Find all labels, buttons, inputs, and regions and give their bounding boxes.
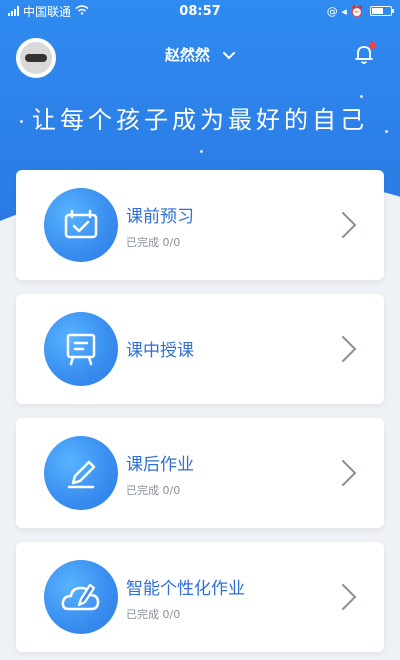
card-lesson[interactable]: 课中授课 xyxy=(16,294,384,404)
status-indicators: @ ◂ ⏰ xyxy=(326,4,364,18)
wifi-icon xyxy=(75,4,89,18)
card-title: 课后作业 xyxy=(126,455,194,475)
user-name: 赵然然 xyxy=(164,46,210,64)
card-smart-homework[interactable]: 智能个性化作业 已完成 0/0 xyxy=(16,542,384,652)
card-subtitle: 已完成 0/0 xyxy=(126,608,181,621)
card-subtitle: 已完成 0/0 xyxy=(126,484,181,497)
battery-icon xyxy=(370,6,394,16)
card-title: 课中授课 xyxy=(126,341,194,361)
chevron-down-icon xyxy=(223,48,236,64)
chevron-right-icon xyxy=(342,336,357,362)
status-time: 08:57 xyxy=(179,3,221,19)
card-homework[interactable]: 课后作业 已完成 0/0 xyxy=(16,418,384,528)
checklist-icon xyxy=(44,188,118,262)
slogan-text: 让每个孩子成为最好的自己 xyxy=(32,106,368,134)
carrier-label: 中国联通 xyxy=(23,4,72,19)
notification-dot xyxy=(369,42,376,49)
star-decoration xyxy=(360,95,363,98)
cloud-pencil-icon xyxy=(44,560,118,634)
pencil-icon xyxy=(44,436,118,510)
card-subtitle: 已完成 0/0 xyxy=(126,236,181,249)
signal-icon xyxy=(8,6,19,16)
chevron-right-icon xyxy=(342,212,357,238)
chevron-right-icon xyxy=(342,460,357,486)
card-title: 智能个性化作业 xyxy=(126,579,245,599)
chevron-right-icon xyxy=(342,584,357,610)
blackboard-icon xyxy=(44,312,118,386)
card-title: 课前预习 xyxy=(126,207,194,227)
notification-button[interactable] xyxy=(352,42,376,66)
status-bar: 中国联通 08:57 @ ◂ ⏰ xyxy=(0,0,400,22)
card-preview[interactable]: 课前预习 已完成 0/0 xyxy=(16,170,384,280)
user-switcher[interactable]: 赵然然 xyxy=(0,44,400,65)
star-decoration xyxy=(200,150,203,153)
top-header: 赵然然 xyxy=(0,30,400,80)
